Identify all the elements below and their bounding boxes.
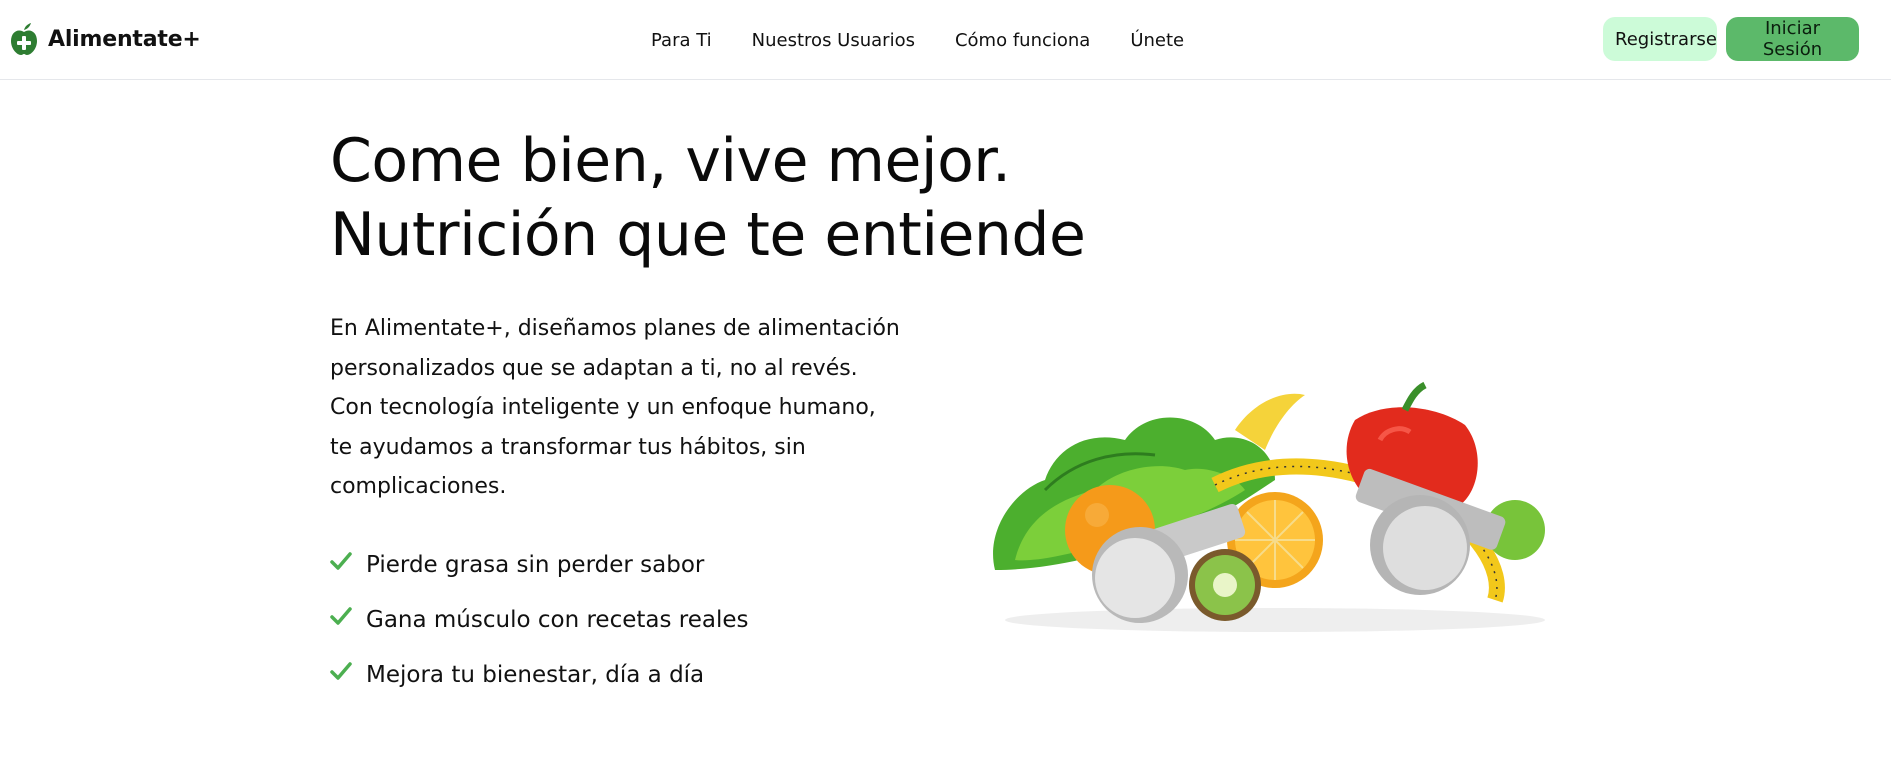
hero-title: Come bien, vive mejor. Nutrición que te …	[330, 124, 1086, 272]
hero-title-line-1: Come bien, vive mejor.	[330, 126, 1011, 196]
login-button[interactable]: Iniciar Sesión	[1726, 17, 1859, 61]
nav-item-como-funciona[interactable]: Cómo funciona	[955, 30, 1090, 51]
auth-buttons: Registrarse Iniciar Sesión	[1603, 17, 1859, 61]
apple-plus-icon	[11, 23, 37, 55]
register-button[interactable]: Registrarse	[1603, 17, 1717, 61]
nav-item-para-ti[interactable]: Para Ti	[651, 30, 712, 51]
benefit-text: Pierde grasa sin perder sabor	[366, 551, 705, 578]
list-item: Gana músculo con recetas reales	[330, 592, 749, 647]
hero-title-line-2: Nutrición que te entiende	[330, 200, 1086, 270]
benefit-text: Gana músculo con recetas reales	[366, 606, 749, 633]
nav-item-nuestros-usuarios[interactable]: Nuestros Usuarios	[752, 30, 915, 51]
site-header: Alimentate+ Para Ti Nuestros Usuarios Có…	[0, 0, 1891, 80]
list-item: Pierde grasa sin perder sabor	[330, 537, 749, 592]
check-icon	[330, 551, 352, 570]
check-icon	[330, 661, 352, 680]
brand-logo[interactable]: Alimentate+	[10, 22, 201, 56]
benefit-text: Mejora tu bienestar, día a día	[366, 661, 705, 688]
hero-illustration	[993, 381, 1545, 632]
shadow	[1005, 608, 1545, 632]
list-item: Mejora tu bienestar, día a día	[330, 647, 749, 702]
main-nav: Para Ti Nuestros Usuarios Cómo funciona …	[651, 0, 1184, 80]
benefits-list: Pierde grasa sin perder sabor Gana múscu…	[330, 537, 749, 702]
check-icon	[330, 606, 352, 625]
hero-description: En Alimentate+, diseñamos planes de alim…	[330, 316, 900, 499]
nav-item-unete[interactable]: Únete	[1130, 30, 1184, 51]
kiwi-shape	[1189, 549, 1261, 621]
brand-name: Alimentate+	[48, 26, 201, 52]
